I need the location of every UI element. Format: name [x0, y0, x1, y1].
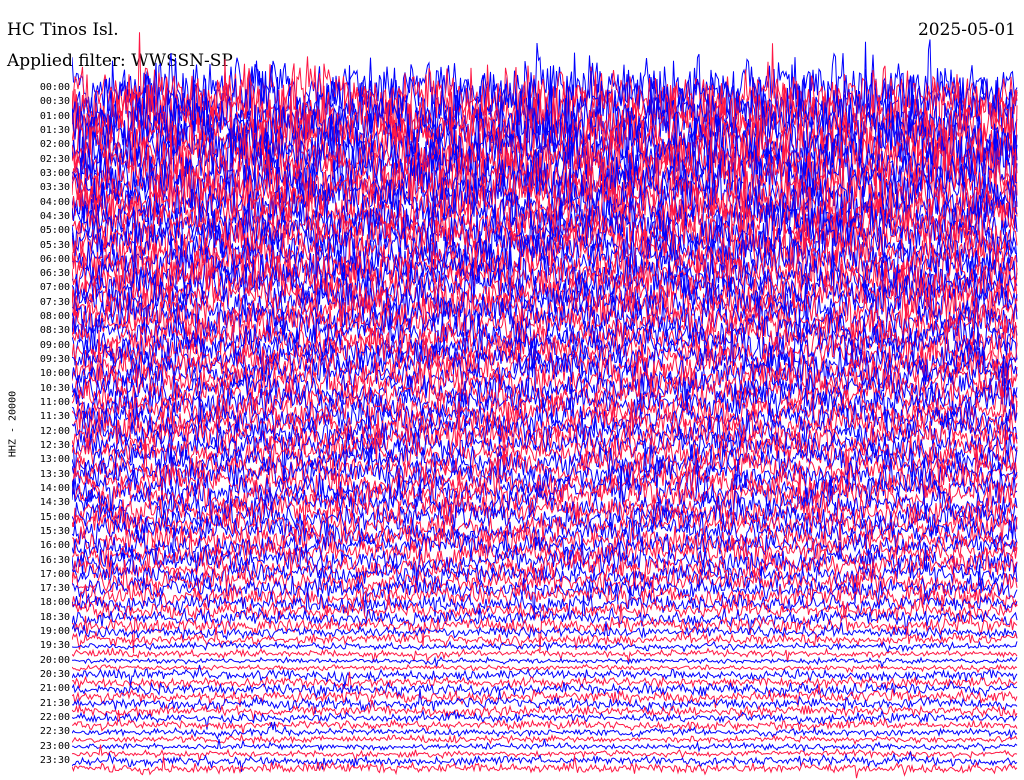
- time-label-1200: 12:00: [39, 425, 70, 437]
- time-label-1900: 19:00: [39, 626, 70, 638]
- time-label-1330: 13:30: [39, 468, 70, 480]
- time-axis: 00:00 00:30 01:00 01:30 02:00 02:30 03:00 03:30…: [0, 0, 70, 780]
- time-label-1700: 17:00: [39, 568, 70, 580]
- time-label-1030: 10:30: [39, 382, 70, 394]
- time-label-0530: 05:30: [39, 239, 70, 251]
- trace-line-79: [72, 639, 1018, 654]
- time-label-1100: 11:00: [39, 397, 70, 409]
- time-label-1500: 15:00: [39, 511, 70, 523]
- time-label-1230: 12:30: [39, 439, 70, 451]
- time-label-2300: 23:00: [39, 740, 70, 752]
- time-label-0500: 05:00: [39, 225, 70, 237]
- time-label-2330: 23:30: [39, 755, 70, 766]
- time-label-0400: 04:00: [39, 196, 70, 208]
- time-label-0200: 02:00: [39, 139, 70, 151]
- trace-line-82: [72, 663, 1018, 674]
- time-label-1930: 19:30: [39, 640, 70, 652]
- time-label-1600: 16:00: [39, 540, 70, 552]
- time-label-1830: 18:30: [39, 611, 70, 623]
- time-label-2130: 21:30: [39, 697, 70, 709]
- trace-line-96: [72, 755, 1018, 779]
- helicorder-plot: [72, 32, 1018, 779]
- time-label-1000: 10:00: [39, 368, 70, 380]
- time-label-0430: 04:30: [39, 210, 70, 222]
- trace-line-80: [72, 647, 1018, 664]
- time-label-0000: 00:00: [39, 82, 70, 93]
- time-label-1630: 16:30: [39, 554, 70, 566]
- time-label-0630: 06:30: [39, 268, 70, 280]
- time-label-0700: 07:00: [39, 282, 70, 294]
- time-label-0300: 03:00: [39, 167, 70, 179]
- trace-line-90: [72, 710, 1018, 734]
- time-label-2230: 22:30: [39, 726, 70, 738]
- time-label-0030: 00:30: [39, 96, 70, 108]
- time-label-0900: 09:00: [39, 339, 70, 351]
- trace-line-91: [72, 721, 1018, 741]
- time-label-2200: 22:00: [39, 712, 70, 724]
- time-label-0930: 09:30: [39, 354, 70, 366]
- time-label-2100: 21:00: [39, 683, 70, 695]
- time-label-1430: 14:30: [39, 497, 70, 509]
- time-label-0230: 02:30: [39, 153, 70, 165]
- time-label-1400: 14:00: [39, 482, 70, 494]
- time-label-0730: 07:30: [39, 296, 70, 308]
- time-label-0130: 01:30: [39, 124, 70, 136]
- time-label-1130: 11:30: [39, 411, 70, 423]
- time-label-0100: 01:00: [39, 110, 70, 122]
- time-label-0330: 03:30: [39, 182, 70, 194]
- time-label-1530: 15:30: [39, 525, 70, 537]
- time-label-1800: 18:00: [39, 597, 70, 609]
- time-label-0800: 08:00: [39, 311, 70, 323]
- time-label-1300: 13:00: [39, 454, 70, 466]
- time-label-1730: 17:30: [39, 583, 70, 595]
- time-label-0600: 06:00: [39, 253, 70, 265]
- seismic-traces: [72, 32, 1018, 779]
- time-label-0830: 08:30: [39, 325, 70, 337]
- time-label-2000: 20:00: [39, 654, 70, 666]
- time-label-2030: 20:30: [39, 669, 70, 681]
